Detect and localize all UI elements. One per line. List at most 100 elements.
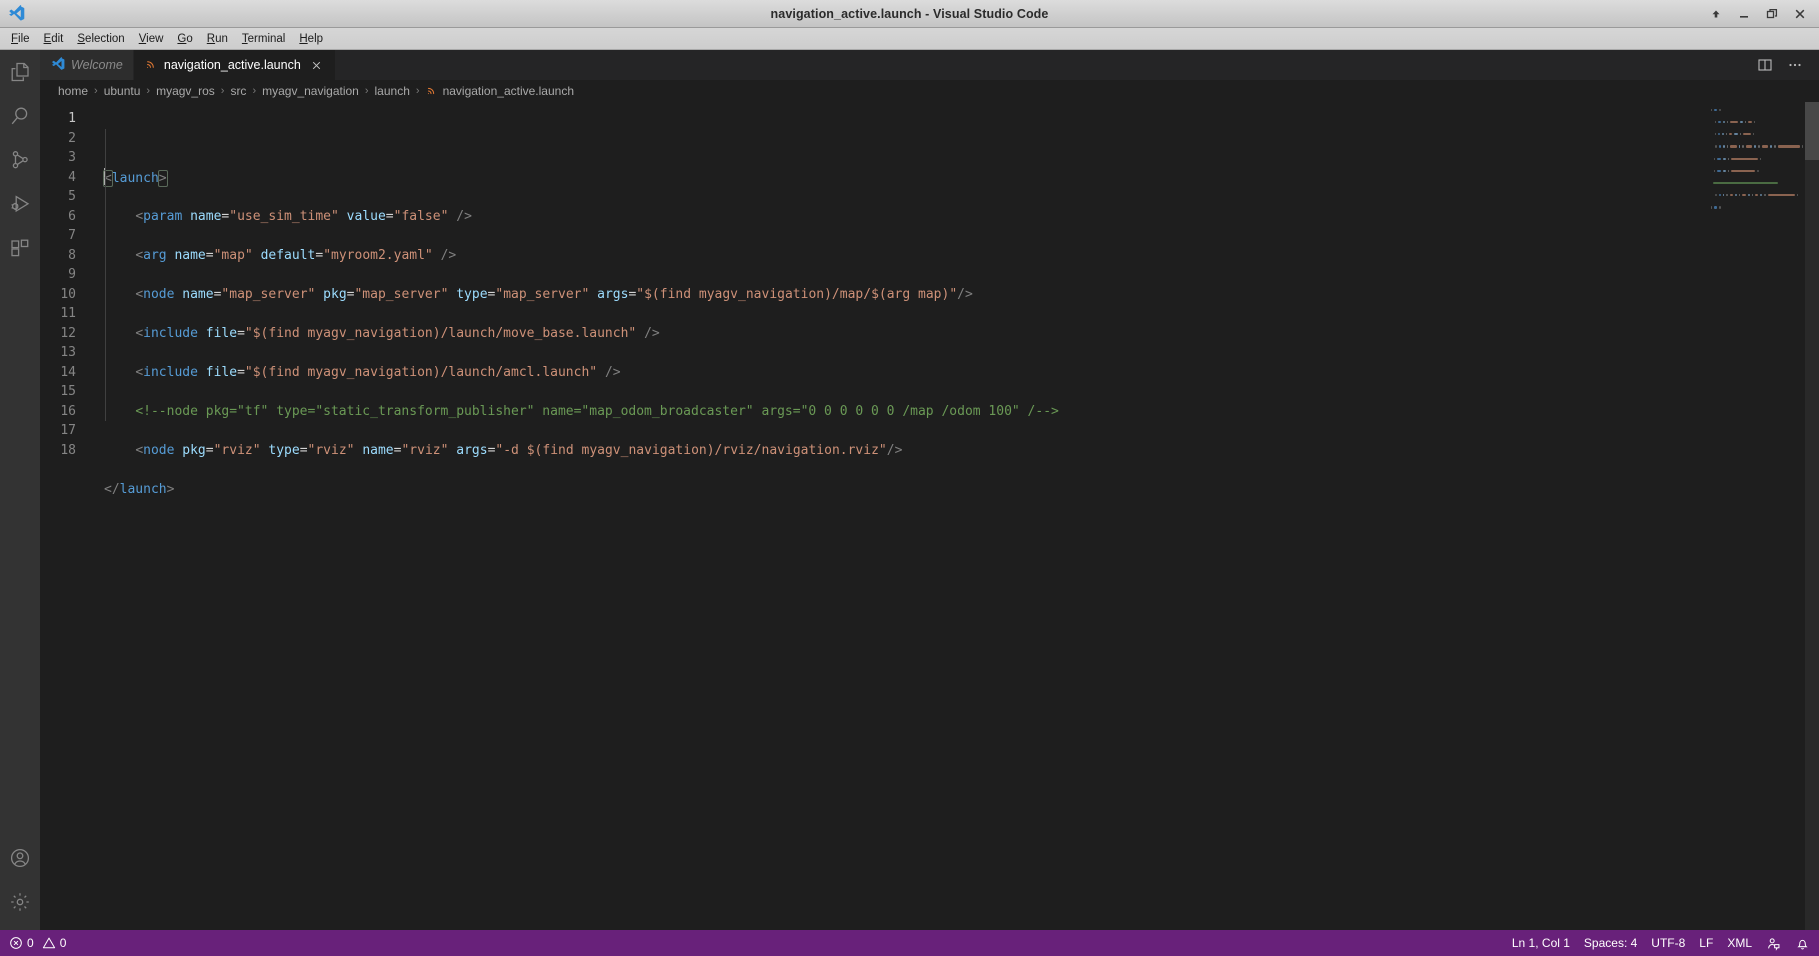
code-token-attr: name bbox=[174, 247, 206, 263]
code-line[interactable]: <node pkg="rviz" type="rviz" name="rviz"… bbox=[104, 441, 1707, 461]
code-line[interactable] bbox=[104, 382, 1707, 402]
more-actions-button[interactable] bbox=[1781, 50, 1809, 80]
minimap-line bbox=[1707, 151, 1819, 155]
code-content[interactable]: <launch> <param name="use_sim_time" valu… bbox=[103, 102, 1707, 930]
minimap-block bbox=[1727, 157, 1729, 160]
minimap-block bbox=[1754, 145, 1757, 148]
breadcrumb-item-src[interactable]: src bbox=[229, 84, 247, 98]
menu-view[interactable]: View bbox=[132, 31, 171, 47]
bell-icon bbox=[1795, 936, 1810, 951]
code-line[interactable]: <include file="$(find myagv_navigation)/… bbox=[104, 324, 1707, 344]
line-number: 12 bbox=[60, 325, 76, 341]
code-line[interactable]: </launch> bbox=[104, 480, 1707, 500]
accounts-button[interactable] bbox=[0, 836, 40, 880]
code-token-str: "myroom2.yaml" bbox=[323, 247, 433, 263]
sidebar-item-extensions[interactable] bbox=[0, 226, 40, 270]
minimap[interactable] bbox=[1707, 102, 1819, 930]
menu-file[interactable]: File bbox=[4, 31, 37, 47]
editor-indentation-status[interactable]: Spaces: 4 bbox=[1577, 930, 1644, 956]
code-token-bracket: < bbox=[135, 286, 144, 302]
line-number: 13 bbox=[60, 345, 76, 360]
code-line[interactable]: <launch> bbox=[103, 167, 1707, 188]
tab-welcome[interactable]: Welcome bbox=[40, 50, 134, 80]
editor-vertical-scrollbar[interactable] bbox=[1805, 102, 1819, 930]
editor-encoding-status[interactable]: UTF-8 bbox=[1644, 930, 1692, 956]
code-line[interactable] bbox=[104, 343, 1707, 363]
editor-language-status[interactable]: XML bbox=[1720, 930, 1759, 956]
breadcrumb-item-myagv-ros[interactable]: myagv_ros bbox=[155, 84, 216, 98]
shade-window-button[interactable] bbox=[1703, 3, 1729, 25]
minimap-block bbox=[1797, 194, 1799, 197]
maximize-window-button[interactable] bbox=[1759, 3, 1785, 25]
notifications-status[interactable] bbox=[1788, 930, 1817, 956]
menu-go[interactable]: Go bbox=[170, 31, 199, 47]
code-line[interactable] bbox=[104, 187, 1707, 207]
code-line[interactable]: <param name="use_sim_time" value="false"… bbox=[104, 207, 1707, 227]
status-bar-right: Ln 1, Col 1 Spaces: 4 UTF-8 LF XML bbox=[1505, 930, 1817, 956]
menu-terminal[interactable]: Terminal bbox=[235, 31, 292, 47]
code-line[interactable] bbox=[104, 421, 1707, 441]
breadcrumb-item-file[interactable]: navigation_active.launch bbox=[425, 84, 575, 99]
activity-bar bbox=[0, 50, 40, 930]
line-number: 8 bbox=[68, 247, 76, 263]
close-window-button[interactable] bbox=[1787, 3, 1813, 25]
minimap-block bbox=[1713, 182, 1779, 185]
code-token-eq: = bbox=[299, 442, 308, 458]
code-line[interactable] bbox=[104, 226, 1707, 246]
sidebar-item-explorer[interactable] bbox=[0, 50, 40, 94]
tab-close-icon[interactable] bbox=[309, 57, 325, 73]
menu-help[interactable]: Help bbox=[292, 31, 330, 47]
sidebar-item-source-control[interactable] bbox=[0, 138, 40, 182]
feedback-status[interactable] bbox=[1759, 930, 1788, 956]
code-line[interactable] bbox=[104, 499, 1707, 519]
code-line[interactable]: <arg name="map" default="myroom2.yaml" /… bbox=[104, 246, 1707, 266]
minimap-line bbox=[1707, 212, 1819, 216]
scrollbar-thumb[interactable] bbox=[1805, 102, 1819, 160]
sidebar-item-run-debug[interactable] bbox=[0, 182, 40, 226]
code-folding-column[interactable] bbox=[92, 102, 104, 930]
code-token-bracket: /> bbox=[957, 286, 973, 302]
editor-eol-status[interactable]: LF bbox=[1692, 930, 1720, 956]
search-icon bbox=[8, 104, 32, 128]
minimize-window-button[interactable] bbox=[1731, 3, 1757, 25]
xml-file-icon bbox=[145, 57, 158, 73]
sidebar-item-search[interactable] bbox=[0, 94, 40, 138]
window-title: navigation_active.launch - Visual Studio… bbox=[770, 6, 1049, 21]
code-token-attr: pkg bbox=[323, 286, 347, 302]
minimap-block bbox=[1723, 157, 1726, 160]
code-line[interactable] bbox=[104, 265, 1707, 285]
code-line[interactable]: <!--node pkg="tf" type="static_transform… bbox=[104, 402, 1707, 422]
editor-position-status[interactable]: Ln 1, Col 1 bbox=[1505, 930, 1577, 956]
line-number: 18 bbox=[60, 442, 76, 458]
menu-edit[interactable]: Edit bbox=[37, 31, 71, 47]
minimap-line bbox=[1707, 187, 1819, 191]
tab-navigation-active-launch[interactable]: navigation_active.launch bbox=[133, 50, 336, 80]
problems-status[interactable]: 0 0 bbox=[2, 930, 73, 956]
minimap-block bbox=[1730, 157, 1759, 160]
breadcrumb-item-myagv-navigation[interactable]: myagv_navigation bbox=[261, 84, 360, 98]
breadcrumb-item-launch[interactable]: launch bbox=[374, 84, 411, 98]
menu-selection[interactable]: Selection bbox=[70, 31, 131, 47]
line-number: 3 bbox=[68, 150, 76, 165]
code-line[interactable]: <node name="map_server" pkg="map_server"… bbox=[104, 285, 1707, 305]
code-line[interactable] bbox=[104, 304, 1707, 324]
code-line[interactable] bbox=[104, 460, 1707, 480]
minimap-block bbox=[1742, 133, 1751, 136]
editor-scrollable[interactable]: 1 2 3 4 5 6 7 8 9 10 11 12 13 14 15 16 17 18 <launch> <pa… bbox=[40, 102, 1707, 930]
menu-run[interactable]: Run bbox=[200, 31, 235, 47]
minimap-line bbox=[1707, 145, 1819, 149]
window-controls bbox=[1703, 0, 1819, 27]
split-editor-right-button[interactable] bbox=[1751, 50, 1779, 80]
code-line[interactable]: <include file="$(find myagv_navigation)/… bbox=[104, 363, 1707, 383]
manage-settings-button[interactable] bbox=[0, 880, 40, 924]
code-token-comment: <!--node pkg="tf" type="static_transform… bbox=[135, 403, 1059, 419]
breadcrumb-item-ubuntu[interactable]: ubuntu bbox=[103, 84, 142, 98]
breadcrumb-item-home[interactable]: home bbox=[57, 84, 89, 98]
line-number: 4 bbox=[68, 169, 76, 185]
minimap-line bbox=[1707, 175, 1819, 179]
